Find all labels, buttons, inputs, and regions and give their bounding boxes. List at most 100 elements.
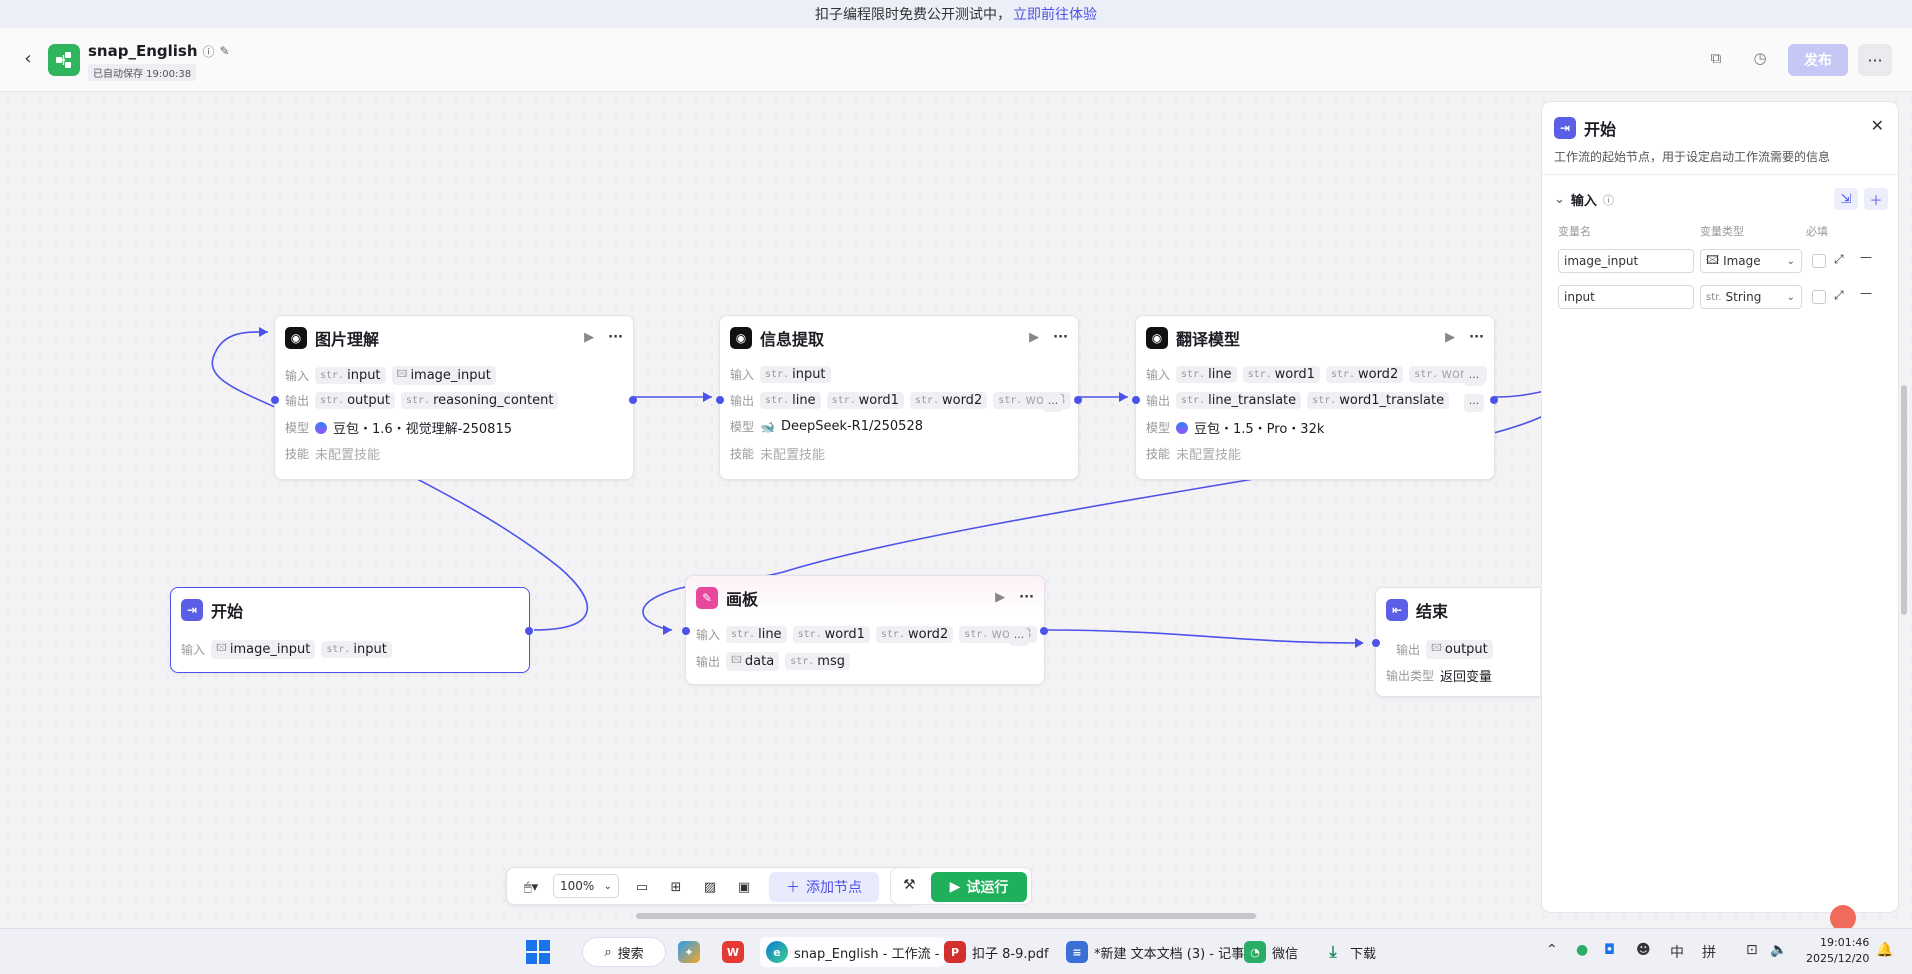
- add-variable-icon[interactable]: ＋: [1864, 188, 1888, 210]
- output-port[interactable]: [1040, 627, 1048, 635]
- output-port[interactable]: [1490, 396, 1498, 404]
- history-icon[interactable]: ◷: [1746, 44, 1774, 72]
- vertical-scrollbar[interactable]: [1901, 385, 1907, 615]
- node-end[interactable]: ⇤ 结束 输出 🖾 output 输出类型 返回变量: [1372, 587, 1540, 697]
- copy-icon[interactable]: ⧉: [1702, 44, 1730, 72]
- required-checkbox[interactable]: [1812, 290, 1826, 304]
- add-node-button[interactable]: ＋添加节点: [769, 872, 879, 902]
- taskbar-wechat-window[interactable]: ◔ 微信: [1244, 937, 1298, 967]
- input-port[interactable]: [271, 396, 279, 404]
- node-image-understanding[interactable]: ◉ 图片理解 ▶ ··· 输入 str. input 🖾 image_input 输出…: [271, 315, 637, 480]
- user-tray-icon[interactable]: ☻: [1636, 942, 1651, 958]
- system-clock[interactable]: 19:01:46 2025/12/20: [1806, 935, 1869, 967]
- var-tag: str. reasoning_content: [400, 392, 559, 409]
- taskbar-edge-window[interactable]: e snap_English - 工作流 -: [760, 937, 946, 967]
- play-icon[interactable]: ▶: [1445, 330, 1455, 345]
- canvas-horizontal-scrollbar[interactable]: [636, 913, 1256, 919]
- node-outputs-row: 输出 str.line str.word1 str.word2 str.word…: [730, 392, 1071, 409]
- node-title: 结束: [1416, 602, 1449, 621]
- node-outputs-row: 输出 🖾 data str. msg: [696, 652, 850, 671]
- back-icon[interactable]: ‹: [18, 48, 38, 69]
- ime-mode[interactable]: 中: [1670, 942, 1684, 962]
- play-icon[interactable]: ▶: [584, 330, 594, 345]
- banner-link[interactable]: 立即前往体验: [1013, 4, 1097, 24]
- var-type-select[interactable]: str. String ⌄: [1700, 285, 1802, 309]
- remove-icon[interactable]: —: [1860, 286, 1872, 300]
- node-translate-model[interactable]: ◉ 翻译模型 ▶ ··· 输入 str. line str. word1 str. wo…: [1132, 315, 1498, 480]
- node-more-icon[interactable]: ···: [1019, 590, 1034, 605]
- info-icon[interactable]: ⓘ: [203, 43, 215, 60]
- llm-icon: ◉: [1146, 327, 1168, 349]
- input-port[interactable]: [1372, 639, 1380, 647]
- close-icon[interactable]: ✕: [1871, 116, 1884, 135]
- image-type-icon: 🖾: [1706, 252, 1720, 267]
- node-info-extract[interactable]: ◉ 信息提取 ▶ ··· 输入 str. input 输出 str. line str…: [716, 315, 1082, 480]
- inputs-section-header[interactable]: ⌄ 输入 ⓘ: [1554, 190, 1614, 209]
- wps-icon[interactable]: W: [722, 937, 744, 967]
- node-more-icon[interactable]: ···: [1053, 330, 1068, 345]
- minimap-icon[interactable]: ▣: [733, 877, 755, 897]
- panel-header: ⇥ 开始: [1554, 116, 1616, 140]
- end-icon: ⇤: [1386, 599, 1408, 621]
- edit-icon[interactable]: ✎: [220, 44, 230, 58]
- input-port[interactable]: [1132, 396, 1140, 404]
- ime-pinyin[interactable]: 拼: [1702, 942, 1716, 962]
- windows-start-icon[interactable]: [526, 937, 550, 967]
- output-port[interactable]: [1074, 396, 1082, 404]
- node-more-icon[interactable]: ···: [1469, 330, 1484, 345]
- chevron-down-icon: ⌄: [603, 880, 612, 892]
- output-port[interactable]: [525, 627, 533, 635]
- network-icon[interactable]: ⊡: [1746, 942, 1758, 958]
- row-label: 输出: [730, 394, 755, 408]
- overflow-icon[interactable]: ···: [1464, 368, 1484, 386]
- overflow-icon[interactable]: ···: [1043, 394, 1063, 412]
- start-icon: ⇥: [1554, 117, 1576, 139]
- node-config-panel: ⇥ 开始 ✕ 工作流的起始节点，用于设定启动工作流需要的信息 ⌄ 输入 ⓘ ⇲ …: [1541, 101, 1899, 913]
- node-canvas-board[interactable]: ✎ 画板 ▶ ··· 输入 str. line str. word1 str. word…: [682, 575, 1048, 685]
- more-options-icon[interactable]: ···: [1858, 44, 1892, 76]
- canvas-toolbar: 🖱▾ 100% ⌄ ▭ ⊞ ▨ ▣ ＋添加节点: [506, 867, 916, 905]
- node-title: 信息提取: [760, 330, 825, 349]
- node-skill-row: 技能 未配置技能: [1146, 444, 1241, 463]
- taskbar-pdf-window[interactable]: P 扣子 8-9.pdf: [944, 937, 1049, 967]
- volume-icon[interactable]: 🔈: [1770, 942, 1787, 958]
- test-run-button[interactable]: ▶ 试运行: [931, 872, 1027, 902]
- comment-icon[interactable]: ▭: [631, 877, 653, 897]
- input-port[interactable]: [682, 627, 690, 635]
- output-port[interactable]: [629, 396, 637, 404]
- node-start[interactable]: ⇥ 开始 输入 🖾 image_input str. input: [170, 587, 533, 673]
- var-name-input[interactable]: image_input: [1558, 249, 1694, 273]
- var-tag: str. input: [321, 641, 392, 658]
- overflow-icon[interactable]: ···: [1009, 628, 1029, 646]
- expand-icon[interactable]: ⤢: [1834, 252, 1844, 267]
- col-type-header: 变量类型: [1700, 225, 1744, 238]
- wechat-tray-icon[interactable]: ●: [1576, 942, 1588, 958]
- expand-icon[interactable]: ⤢: [1834, 288, 1844, 303]
- input-port[interactable]: [716, 396, 724, 404]
- notification-bell-icon[interactable]: 🔔: [1876, 942, 1893, 958]
- node-inputs-row: 输入 str. input: [730, 366, 831, 383]
- play-icon[interactable]: ▶: [995, 590, 1005, 605]
- var-type-select[interactable]: 🖾 Image ⌄: [1700, 249, 1802, 273]
- tray-expand-icon[interactable]: ⌃: [1546, 942, 1558, 958]
- copilot-icon[interactable]: ✦: [678, 937, 700, 967]
- taskbar-downloads-window[interactable]: ⤓ 下载: [1322, 937, 1376, 967]
- zoom-select[interactable]: 100% ⌄: [553, 874, 619, 898]
- node-more-icon[interactable]: ···: [608, 330, 623, 345]
- play-icon[interactable]: ▶: [1029, 330, 1039, 345]
- dingtalk-tray-icon[interactable]: ◘: [1604, 942, 1615, 958]
- image-icon[interactable]: ▨: [699, 877, 721, 897]
- layout-icon[interactable]: ⊞: [665, 877, 687, 897]
- import-icon[interactable]: ⇲: [1834, 188, 1858, 210]
- var-tag: 🖾 image_input: [211, 640, 316, 659]
- var-tag: str. word2: [1325, 366, 1404, 383]
- overflow-icon[interactable]: ···: [1464, 394, 1484, 412]
- wrench-icon[interactable]: ⚒: [903, 877, 916, 893]
- publish-button[interactable]: 发布: [1788, 44, 1848, 76]
- taskbar-search[interactable]: ⌕ 搜索: [582, 937, 666, 967]
- taskbar-notepad-window[interactable]: ≡ *新建 文本文档 (3) - 记事: [1066, 937, 1244, 967]
- var-name-input[interactable]: input: [1558, 285, 1694, 309]
- pointer-mode-icon[interactable]: 🖱▾: [515, 877, 547, 897]
- remove-icon[interactable]: —: [1860, 250, 1872, 264]
- required-checkbox[interactable]: [1812, 254, 1826, 268]
